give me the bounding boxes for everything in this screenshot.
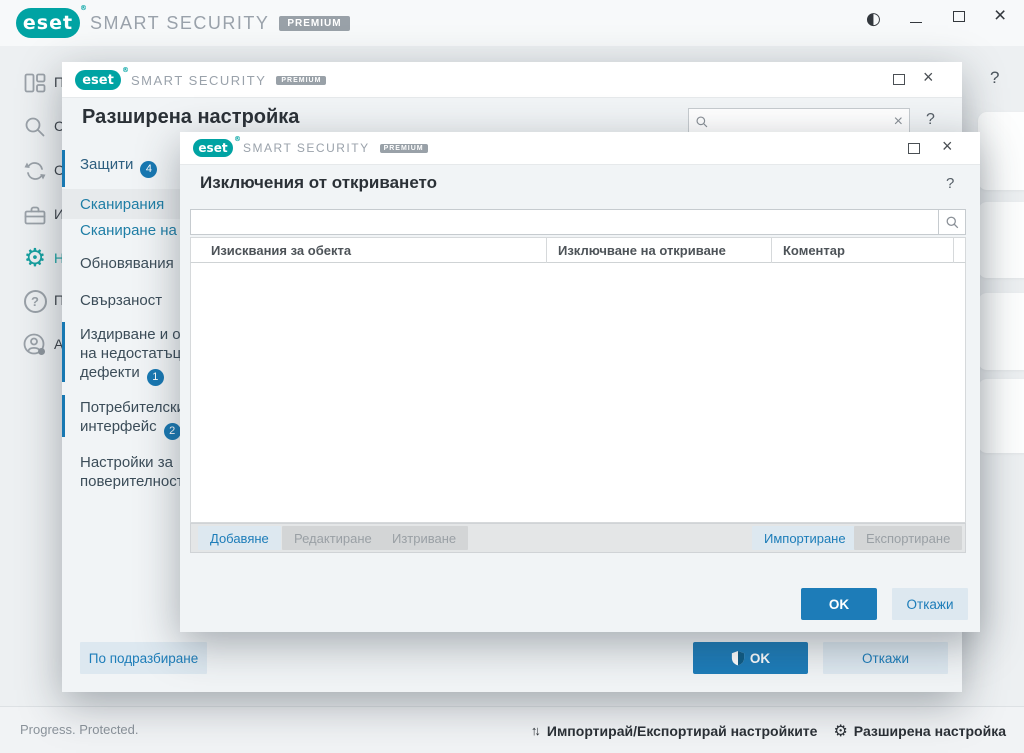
- eset-logo: eset ®: [75, 70, 121, 90]
- maximize-button[interactable]: [908, 143, 920, 154]
- column-comment[interactable]: Коментар: [783, 243, 845, 258]
- import-button[interactable]: Импортиране: [752, 526, 858, 550]
- registered-mark: ®: [80, 4, 88, 12]
- help-icon: ?: [24, 290, 47, 313]
- page-help-icon[interactable]: ?: [990, 68, 999, 88]
- clear-search-icon[interactable]: ×: [894, 114, 903, 130]
- eset-logo: eset ®: [193, 139, 233, 157]
- delete-button[interactable]: Изтриване: [380, 526, 468, 550]
- export-button[interactable]: Експортиране: [854, 526, 962, 550]
- gear-icon: ⚙: [24, 245, 46, 270]
- column-separator[interactable]: [771, 238, 772, 264]
- search-input[interactable]: [713, 114, 890, 129]
- count-badge: 2: [164, 423, 181, 440]
- table-actions: Добавяне Редактиране Изтриване Импортира…: [190, 523, 966, 553]
- sidebar-item-protections[interactable]: Защити4: [62, 156, 157, 178]
- search-button[interactable]: [938, 210, 965, 234]
- help-icon[interactable]: ?: [926, 111, 935, 129]
- help-icon[interactable]: ?: [946, 175, 954, 192]
- account-icon: [22, 332, 48, 358]
- toolbox-icon: [23, 203, 47, 227]
- nav-update[interactable]: [22, 158, 48, 184]
- background-card: [978, 379, 1024, 453]
- premium-badge: PREMIUM: [279, 16, 349, 31]
- product-name: SMART SECURITY: [90, 13, 269, 34]
- close-button[interactable]: ×: [994, 4, 1006, 28]
- eset-logo: eset ®: [16, 8, 80, 38]
- dialog-title: Разширена настройка: [82, 106, 299, 129]
- import-export-icon: ↑↓: [531, 723, 541, 738]
- sidebar-item-troubleshooting[interactable]: Издирване и от на недостатъци дефекти1: [62, 325, 190, 386]
- dialog-title: Изключения от откриването: [200, 173, 437, 193]
- import-export-settings-link[interactable]: ↑↓ Импортирай/Експортирай настройките: [531, 723, 818, 739]
- refresh-icon: [23, 159, 47, 183]
- search-icon: [945, 215, 960, 230]
- close-button[interactable]: ×: [942, 136, 953, 157]
- sidebar-item-user-interface[interactable]: Потребителски интерфейс2: [62, 398, 185, 440]
- exclusions-table-header: Изисквания за обекта Изключване на откри…: [190, 237, 966, 263]
- column-detection-exclusion[interactable]: Изключване на откриване: [558, 243, 726, 258]
- brand: eset ® SMART SECURITY PREMIUM: [16, 8, 350, 38]
- background-card: [978, 112, 1024, 190]
- column-object-criteria[interactable]: Изисквания за обекта: [211, 243, 351, 258]
- maximize-button[interactable]: [953, 11, 965, 22]
- statusbar: Progress. Protected. ↑↓ Импортирай/Експо…: [0, 706, 1024, 753]
- search-icon: [23, 115, 47, 139]
- background-card: [978, 202, 1024, 278]
- count-badge: 1: [147, 369, 164, 386]
- minimize-button[interactable]: [910, 22, 922, 23]
- sidebar-item-scan-sub[interactable]: Сканиране на у: [62, 222, 189, 239]
- nav-home[interactable]: [22, 70, 48, 96]
- dialog-titlebar: eset ® SMART SECURITY PREMIUM ×: [62, 62, 962, 98]
- uac-shield-icon: [731, 650, 745, 666]
- dialog-titlebar: eset ® SMART SECURITY PREMIUM ×: [180, 132, 980, 165]
- nav-account[interactable]: [22, 332, 48, 358]
- maximize-button[interactable]: [893, 74, 905, 85]
- exclusions-table-body[interactable]: [190, 263, 966, 523]
- ok-button[interactable]: OK: [801, 588, 877, 620]
- exclusions-search-box[interactable]: [190, 209, 966, 235]
- premium-badge: PREMIUM: [276, 76, 326, 85]
- column-separator[interactable]: [546, 238, 547, 264]
- theme-toggle-icon[interactable]: ◐: [866, 9, 881, 29]
- count-badge: 4: [140, 161, 157, 178]
- search-icon: [695, 115, 709, 129]
- nav-scan[interactable]: [22, 114, 48, 140]
- sidebar-item-connectivity[interactable]: Свързаност: [62, 292, 162, 309]
- cancel-button[interactable]: Откажи: [892, 588, 968, 620]
- settings-search-box[interactable]: ×: [688, 108, 910, 135]
- eset-main-window: eset ® SMART SECURITY PREMIUM ◐ × П С: [0, 0, 1024, 753]
- column-separator[interactable]: [953, 238, 954, 264]
- nav-help[interactable]: ?: [22, 288, 48, 314]
- sidebar-item-privacy[interactable]: Настройки за поверителност: [62, 453, 184, 491]
- add-button[interactable]: Добавяне: [198, 526, 281, 550]
- nav-tools[interactable]: [22, 202, 48, 228]
- gear-icon: ⚙: [833, 721, 847, 740]
- detection-exclusions-dialog: eset ® SMART SECURITY PREMIUM × Изключен…: [180, 132, 980, 632]
- nav-setup[interactable]: ⚙: [22, 244, 48, 270]
- cancel-button[interactable]: Откажи: [823, 642, 948, 674]
- main-titlebar: eset ® SMART SECURITY PREMIUM ◐ ×: [0, 0, 1024, 46]
- background-card: [978, 293, 1024, 370]
- product-name: SMART SECURITY: [243, 141, 370, 155]
- product-name: SMART SECURITY: [131, 73, 266, 88]
- close-button[interactable]: ×: [923, 67, 934, 88]
- dashboard-icon: [23, 71, 47, 95]
- premium-badge: PREMIUM: [380, 144, 428, 153]
- default-button[interactable]: По подразбиране: [80, 642, 207, 674]
- edit-button[interactable]: Редактиране: [282, 526, 384, 550]
- sidebar-item-updates[interactable]: Обновявания: [62, 255, 174, 272]
- search-input[interactable]: [191, 210, 938, 234]
- ok-button[interactable]: OK: [693, 642, 808, 674]
- advanced-setup-link[interactable]: ⚙ Разширена настройка: [833, 721, 1006, 740]
- tagline: Progress. Protected.: [20, 722, 139, 737]
